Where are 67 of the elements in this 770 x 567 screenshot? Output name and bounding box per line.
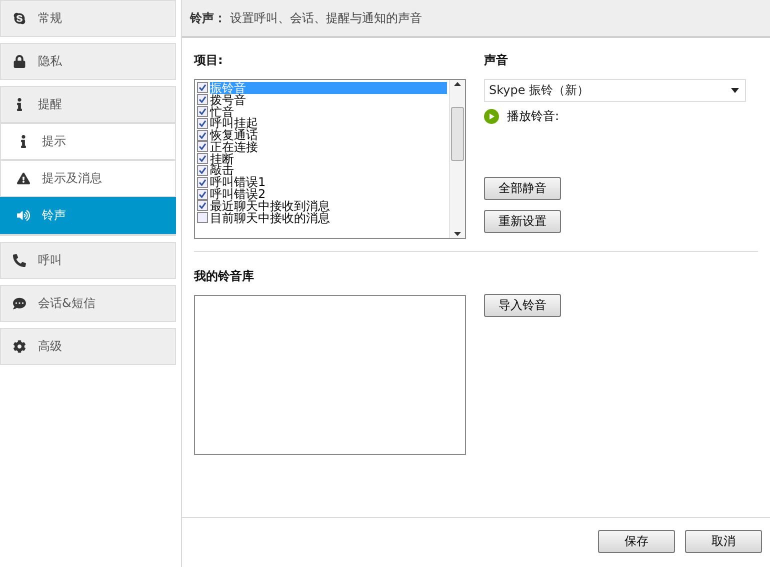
list-item[interactable]: 恢复通话 <box>197 129 447 141</box>
play-icon[interactable] <box>484 109 499 124</box>
list-item-label: 拨号音 <box>210 94 246 106</box>
sidebar-item[interactable]: 呼叫 <box>0 242 176 279</box>
lock-icon <box>13 55 26 68</box>
settings-icon <box>13 340 26 353</box>
list-item-label: 正在连接 <box>210 140 258 153</box>
checkbox[interactable] <box>197 153 208 164</box>
list-item[interactable]: 正在连接 <box>197 140 447 153</box>
sidebar-item[interactable]: 提示 <box>0 123 176 160</box>
import-button[interactable]: 导入铃音 <box>484 294 561 317</box>
list-item[interactable]: 拨号音 <box>197 94 447 106</box>
dialog-button[interactable]: 保存 <box>598 530 675 553</box>
list-item[interactable]: 忙音 <box>197 106 447 118</box>
library-label: 我的铃音库 <box>194 268 255 285</box>
list-item[interactable]: 呼叫错误1 <box>197 176 447 188</box>
list-item-label: 忙音 <box>210 106 234 118</box>
list-item-label: 目前聊天中接收的消息 <box>210 212 330 224</box>
section-title: 铃声： <box>190 10 226 26</box>
list-item-label: 呼叫错误1 <box>210 176 266 188</box>
phone-icon <box>13 254 26 267</box>
sidebar-item[interactable]: 提醒 <box>0 86 176 123</box>
items-label: 项目: <box>194 52 224 69</box>
speaker-icon <box>17 209 30 222</box>
action-button[interactable]: 重新设置 <box>484 210 561 233</box>
checkbox[interactable] <box>197 94 208 106</box>
chat-bubble-icon <box>13 297 26 310</box>
checkbox[interactable] <box>197 118 208 129</box>
list-item-label: 挂断 <box>210 152 234 165</box>
list-item[interactable]: 呼叫挂起 <box>197 117 447 130</box>
list-item[interactable]: 敲击 <box>197 164 447 176</box>
sound-dropdown[interactable]: Skype 振铃（新） <box>484 79 746 102</box>
scroll-down-icon[interactable] <box>454 230 461 238</box>
list-item-label: 最近聊天中接收到消息 <box>210 200 330 212</box>
checkbox[interactable] <box>197 130 208 141</box>
warning-icon <box>17 172 30 185</box>
sound-event-list[interactable]: 振铃音 拨号音 忙音 呼叫挂起 恢复通话 正在连接 挂断 敲击 呼叫错误1 呼叫错误2 最近聊天中接收到消息 目前聊天中接收的消息 <box>194 79 466 239</box>
sidebar-item[interactable]: 会话&短信 <box>0 285 176 322</box>
list-item[interactable]: 挂断 <box>197 152 447 165</box>
sidebar-item[interactable]: 隐私 <box>0 43 176 80</box>
list-item[interactable]: 目前聊天中接收的消息 <box>197 212 447 224</box>
list-item-label: 呼叫挂起 <box>210 117 258 130</box>
checkbox[interactable] <box>197 212 208 224</box>
list-item-label: 呼叫错误2 <box>210 188 266 200</box>
skype-s-icon <box>13 12 26 25</box>
checkbox[interactable] <box>197 82 208 94</box>
section-description: 设置呼叫、会话、提醒与通知的声音 <box>230 10 422 26</box>
checkbox[interactable] <box>197 106 208 117</box>
sidebar-item[interactable]: 提示及消息 <box>0 160 176 197</box>
scrollbar[interactable] <box>449 80 465 238</box>
checkbox[interactable] <box>197 176 208 188</box>
scroll-up-icon[interactable] <box>454 80 461 88</box>
sidebar-item[interactable]: 常规 <box>0 0 176 37</box>
play-ringtone-label: 播放铃音: <box>507 108 560 125</box>
checkbox[interactable] <box>197 164 208 176</box>
dialog-button[interactable]: 取消 <box>685 530 762 553</box>
checkbox[interactable] <box>197 188 208 200</box>
caret-icon <box>731 88 739 93</box>
action-button[interactable]: 全部静音 <box>484 177 561 200</box>
checkbox[interactable] <box>197 141 208 152</box>
list-item-label: 敲击 <box>210 164 234 176</box>
list-item-label: 恢复通话 <box>210 129 258 142</box>
sound-label: 声音 <box>484 52 509 69</box>
list-item[interactable]: 最近聊天中接收到消息 <box>197 200 447 212</box>
checkbox[interactable] <box>197 200 208 212</box>
list-item[interactable]: 呼叫错误2 <box>197 188 447 200</box>
sidebar-item[interactable]: 高级 <box>0 328 176 365</box>
